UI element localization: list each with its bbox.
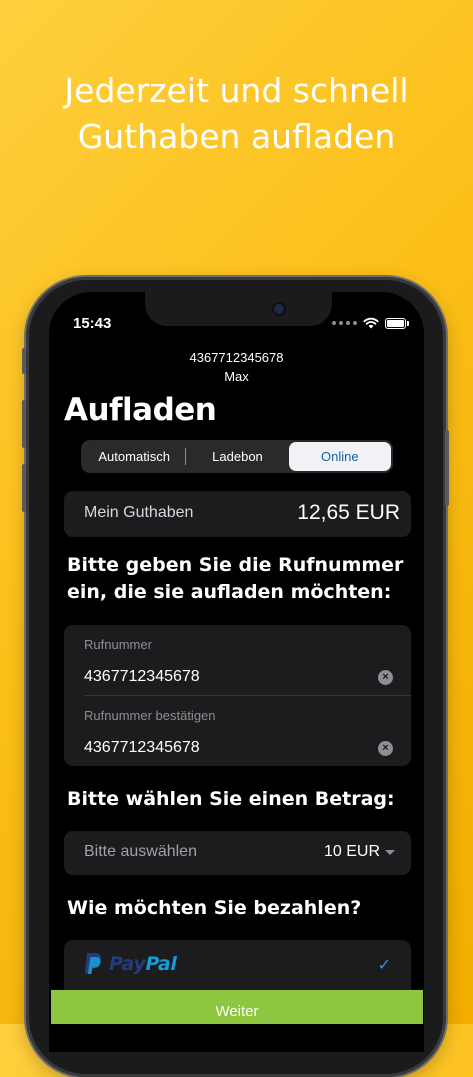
phone-number-label: Rufnummer [84,637,152,652]
phone-section-heading: Bitte geben Sie die Rufnummer ein, die s… [67,552,403,606]
phone-mute-switch [22,348,26,374]
balance-card: Mein Guthaben 12,65 EUR [64,491,411,537]
status-icons [332,317,409,329]
phone-power-button [445,430,449,506]
paypal-p-icon [85,953,101,974]
battery-icon [385,317,409,329]
signal-dots-icon [332,321,357,325]
app-screen: 15:43 4367712345678 Max Aufladen Automat… [49,292,424,1052]
phone-number-input[interactable]: 4367712345678 [84,668,200,686]
phone-volume-down-button [22,464,26,512]
confirm-phone-number-label: Rufnummer bestätigen [84,708,216,723]
amount-select-value: 10 EUR [323,843,380,860]
camera-icon [274,304,284,314]
tab-online[interactable]: Online [288,442,391,471]
nav-user-name: Max [224,369,249,384]
paypal-logo: PayPal [84,952,177,975]
wifi-icon [363,317,379,329]
nav-phone-number: 4367712345678 [189,350,284,365]
field-separator [84,695,411,696]
status-time: 15:43 [73,315,112,332]
paypal-wordmark-pay: Pay [109,952,146,975]
balance-label: Mein Guthaben [84,504,194,521]
chevron-down-icon [385,850,395,855]
tab-automatisch[interactable]: Automatisch [83,442,185,471]
payment-section-heading: Wie möchten Sie bezahlen? [67,897,362,919]
topup-method-segmented-control: Automatisch Ladebon Online [81,440,393,473]
page-title: Aufladen [64,392,217,428]
amount-section-heading: Bitte wählen Sie einen Betrag: [67,788,395,810]
paypal-wordmark: PayPal [109,953,177,975]
amount-select[interactable]: Bitte auswählen 10 EUR [64,831,411,875]
checkmark-icon: ✓ [377,957,391,974]
balance-value: 12,65 EUR [297,501,400,524]
confirm-phone-number-input[interactable]: 4367712345678 [84,739,200,757]
phone-section-heading-line-1: Bitte geben Sie die Rufnummer [67,554,404,576]
clear-icon[interactable]: × [378,741,393,756]
promo-headline-line-1: Jederzeit und schnell [64,71,409,110]
promo-headline: Jederzeit und schnell Guthaben aufladen [0,68,473,160]
weiter-button[interactable]: Weiter [51,990,423,1024]
amount-select-placeholder: Bitte auswählen [84,843,197,860]
tab-ladebon[interactable]: Ladebon [186,442,288,471]
phone-number-form: Rufnummer 4367712345678 × Rufnummer best… [64,625,411,766]
phone-notch [145,292,332,326]
clear-icon[interactable]: × [378,670,393,685]
paypal-wordmark-pal: Pal [145,952,177,975]
phone-volume-up-button [22,400,26,448]
phone-section-heading-line-2: ein, die sie aufladen möchten: [67,581,392,603]
promo-headline-line-2: Guthaben aufladen [77,117,396,156]
